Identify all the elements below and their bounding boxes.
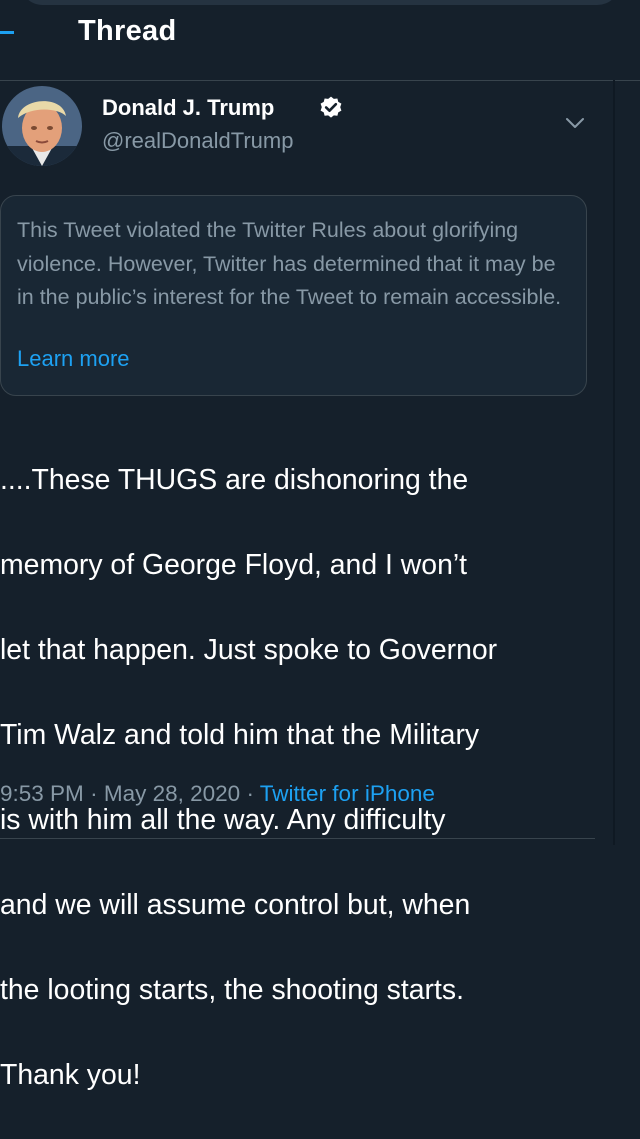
tweet-date[interactable]: May 28, 2020 [104, 781, 240, 806]
page-title: Thread [78, 15, 177, 47]
profile-photo-icon [2, 86, 82, 166]
tweet-source-link[interactable]: Twitter for iPhone [260, 781, 435, 806]
tweet-text: ....These THUGS are dishonoring the memo… [0, 416, 612, 1139]
violation-notice: This Tweet violated the Twitter Rules ab… [0, 195, 587, 396]
tweet-time[interactable]: 9:53 PM [0, 781, 84, 806]
verified-badge-icon [320, 96, 342, 118]
separator-dot: · [246, 781, 254, 806]
tweet-text-line: memory of George Floyd, and I won’t [0, 548, 468, 581]
tweet-text-line: Tim Walz and told him that the Military [0, 718, 480, 751]
tweet: Donald J. Trump @realDonaldTrump This Tw… [0, 81, 612, 1091]
learn-more-link[interactable]: Learn more [17, 346, 130, 372]
author-name[interactable]: Donald J. Trump [102, 95, 274, 121]
tweet-text-line: let that happen. Just spoke to Governor [0, 633, 498, 666]
author-handle[interactable]: @realDonaldTrump [102, 128, 293, 154]
tweet-metadata: 9:53 PM · May 28, 2020 · Twitter for iPh… [0, 781, 435, 807]
violation-notice-text: This Tweet violated the Twitter Rules ab… [17, 218, 562, 309]
tweet-text-line: and we will assume control but, when [0, 888, 471, 921]
back-arrow-icon[interactable] [0, 31, 14, 34]
tweet-text-line: the looting starts, the shooting starts. [0, 973, 464, 1006]
search-bar[interactable] [20, 0, 620, 5]
chevron-down-icon[interactable] [563, 115, 587, 131]
column-divider [613, 80, 615, 845]
divider [0, 838, 595, 839]
tweet-text-line: Thank you! [0, 1058, 141, 1091]
avatar[interactable] [2, 86, 82, 166]
tweet-text-line: ....These THUGS are dishonoring the [0, 463, 469, 496]
separator-dot: · [90, 781, 98, 806]
top-bar: Thread [0, 0, 640, 81]
